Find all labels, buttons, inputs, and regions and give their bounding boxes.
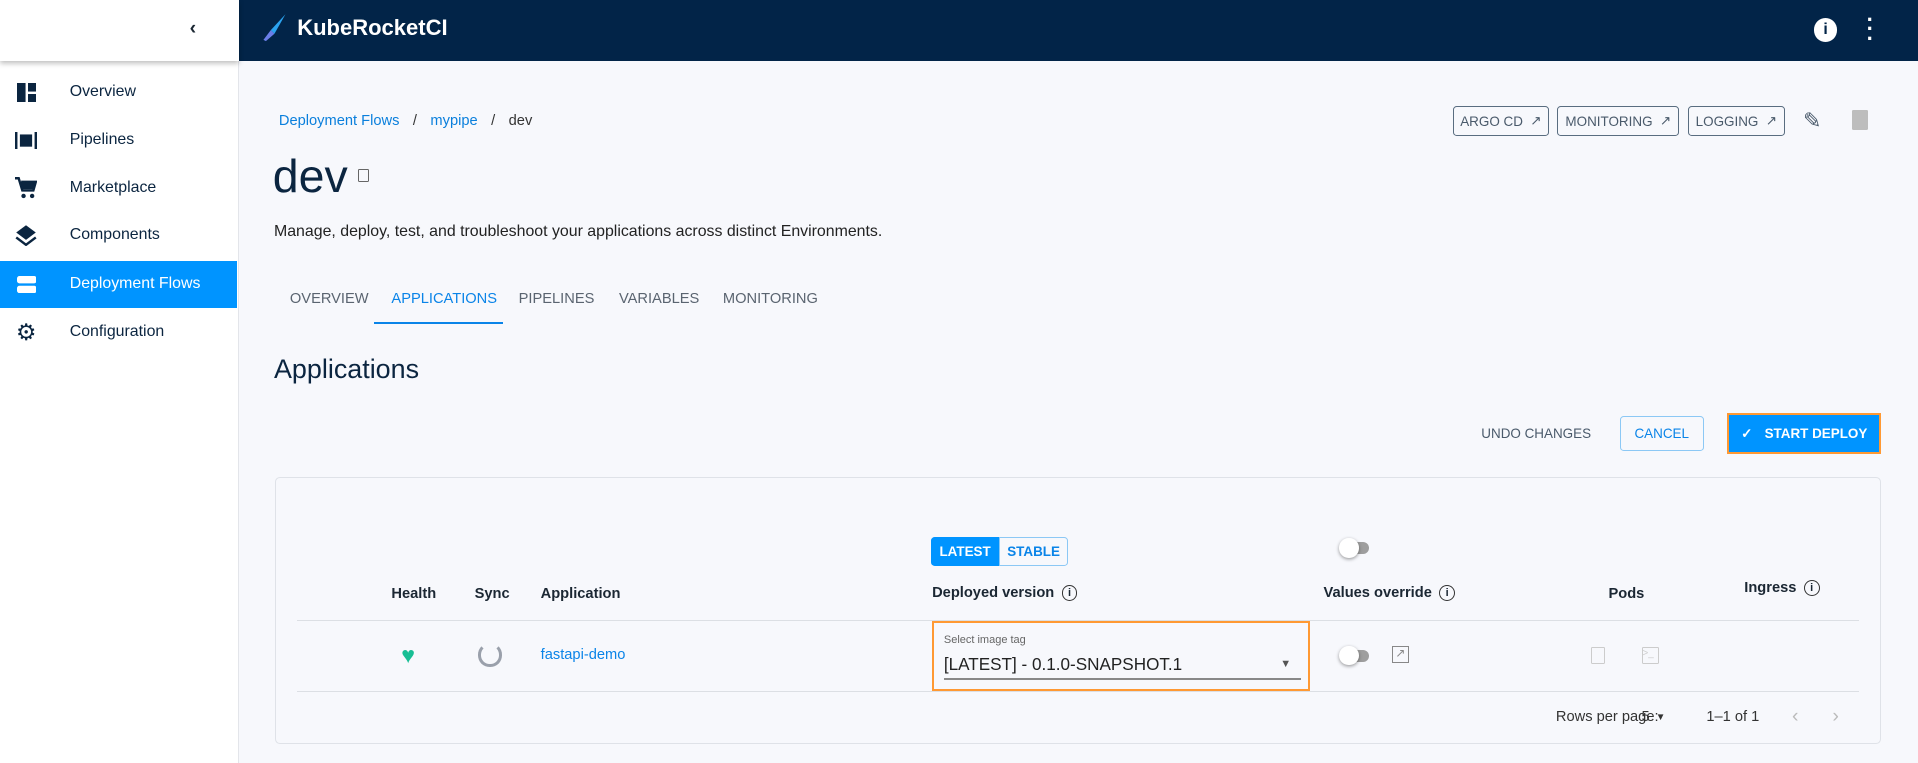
pod-terminal-icon[interactable]: >_ [1641,647,1659,665]
rocket-icon [262,14,285,42]
sidebar-item-components[interactable]: Components [0,212,237,260]
sidebar-item-pipelines[interactable]: Pipelines [0,116,237,164]
header-health: Health [391,585,437,602]
monitoring-button[interactable]: MONITORING ↗ [1557,106,1680,136]
breadcrumb-separator: / [412,112,417,129]
select-value: [LATEST] - 0.1.0-SNAPSHOT.1 [943,655,1183,675]
collapse-chevron-icon[interactable]: ‹ [190,17,197,40]
page-description: Manage, deploy, test, and troubleshoot y… [273,222,883,240]
monitoring-label: MONITORING [1565,113,1653,129]
sidebar-item-configuration[interactable]: ⚙ Configuration [0,308,237,356]
more-vert-icon[interactable]: · · · [1867,8,1874,50]
pod-logs-icon[interactable] [1591,647,1605,665]
pipelines-icon [0,131,70,149]
layers-icon [0,224,70,247]
open-in-new-icon: ↗ [1659,113,1672,129]
header-label: Values override [1323,584,1432,601]
healthy-heart-icon: ♥ [401,642,415,669]
breadcrumb-separator: / [491,112,496,129]
values-override-all-switch[interactable] [1339,538,1369,558]
breadcrumb-deployment-flows[interactable]: Deployment Flows [279,113,400,129]
applications-table-card [275,477,1882,744]
tab-variables[interactable]: VARIABLES [619,291,699,307]
header-label: Deployed version [932,584,1055,601]
dropdown-arrow-icon: ▼ [1655,712,1666,724]
start-deploy-button[interactable]: ✓ START DEPLOY [1727,413,1882,454]
previous-page-icon[interactable]: ‹ [1792,705,1799,728]
header-application: Application [540,585,621,602]
start-deploy-label: START DEPLOY [1764,426,1868,442]
select-label: Select image tag [943,634,1026,647]
sidebar-item-label: Pipelines [69,131,135,149]
argo-cd-label: ARGO CD [1460,113,1523,129]
next-page-icon[interactable]: › [1832,705,1839,728]
check-icon: ✓ [1741,425,1753,441]
sidebar: ‹ Overview Pipelines Marketplace Compone… [0,0,239,763]
header-pods: Pods [1608,585,1645,602]
undo-changes-button[interactable]: UNDO CHANGES [1481,426,1591,441]
gear-icon: ⚙ [15,318,37,345]
sidebar-item-label: Overview [69,83,136,101]
info-icon[interactable]: i [1061,584,1078,601]
rows-per-page-select[interactable]: 5 ▼ [1642,709,1666,726]
tab-overview[interactable]: OVERVIEW [290,291,369,307]
sidebar-item-marketplace[interactable]: Marketplace [0,164,237,212]
header-label: Ingress [1744,579,1797,596]
values-override-switch[interactable] [1339,645,1369,666]
sidebar-item-deployment-flows[interactable]: Deployment Flows [0,260,238,309]
active-tab-indicator [374,321,503,325]
open-in-new-icon[interactable]: ↗ [1392,645,1410,663]
top-bar: KubeRocketCI i · · · [238,0,1918,62]
sidebar-item-overview[interactable]: Overview [0,68,237,116]
select-underline [943,678,1302,680]
sidebar-header: ‹ [0,0,239,62]
application-link[interactable]: fastapi-demo [541,647,626,663]
dashboard-icon [0,82,70,103]
sidebar-item-label: Marketplace [69,178,157,196]
info-icon[interactable]: i [1813,18,1838,42]
logo[interactable]: KubeRocketCI [261,13,448,42]
app-title: KubeRocketCI [297,15,448,41]
stable-toggle[interactable]: STABLE [999,536,1068,567]
breadcrumb: Deployment Flows / mypipe / dev [279,113,532,129]
sidebar-item-label: Deployment Flows [69,275,201,293]
dropdown-arrow-icon: ▼ [1280,657,1292,670]
breadcrumb-current: dev [508,112,533,129]
header-deployed-version: Deployed version i [932,584,1078,601]
header-values-override: Values override i [1324,585,1456,601]
cancel-button[interactable]: CANCEL [1619,415,1704,452]
pagination-range: 1–1 of 1 [1706,709,1760,726]
divider [297,691,1860,693]
info-icon[interactable]: i [1803,579,1820,596]
image-tag-select[interactable]: Select image tag [LATEST] - 0.1.0-SNAPSH… [932,621,1311,692]
tab-pipelines[interactable]: PIPELINES [519,291,595,307]
deployment-flows-icon [0,275,70,293]
header-sync: Sync [474,585,510,602]
header-ingress: Ingress i [1744,579,1820,596]
section-title: Applications [273,353,420,384]
logging-label: LOGGING [1695,113,1759,129]
breadcrumb-mypipe[interactable]: mypipe [430,113,477,129]
sidebar-item-label: Configuration [69,323,165,341]
version-toggle-group: LATEST STABLE [930,536,1068,567]
info-icon[interactable]: i [1439,584,1456,601]
tab-monitoring[interactable]: MONITORING [723,291,818,307]
sync-status-icon [478,643,502,667]
tab-applications[interactable]: APPLICATIONS [391,291,497,307]
copy-icon[interactable] [358,168,370,183]
open-in-new-icon: ↗ [1765,113,1777,129]
edit-pencil-icon[interactable]: ✎ [1803,108,1821,134]
open-in-new-icon: ↗ [1530,113,1542,129]
argo-cd-button[interactable]: ARGO CD ↗ [1453,106,1549,136]
page-title: dev [272,150,348,203]
cart-icon [0,176,70,199]
logging-button[interactable]: LOGGING ↗ [1688,106,1785,136]
sidebar-item-label: Components [69,226,160,244]
latest-toggle[interactable]: LATEST [930,536,1000,567]
rows-per-page-value: 5 [1641,709,1650,726]
delete-trash-icon[interactable] [1851,110,1868,130]
